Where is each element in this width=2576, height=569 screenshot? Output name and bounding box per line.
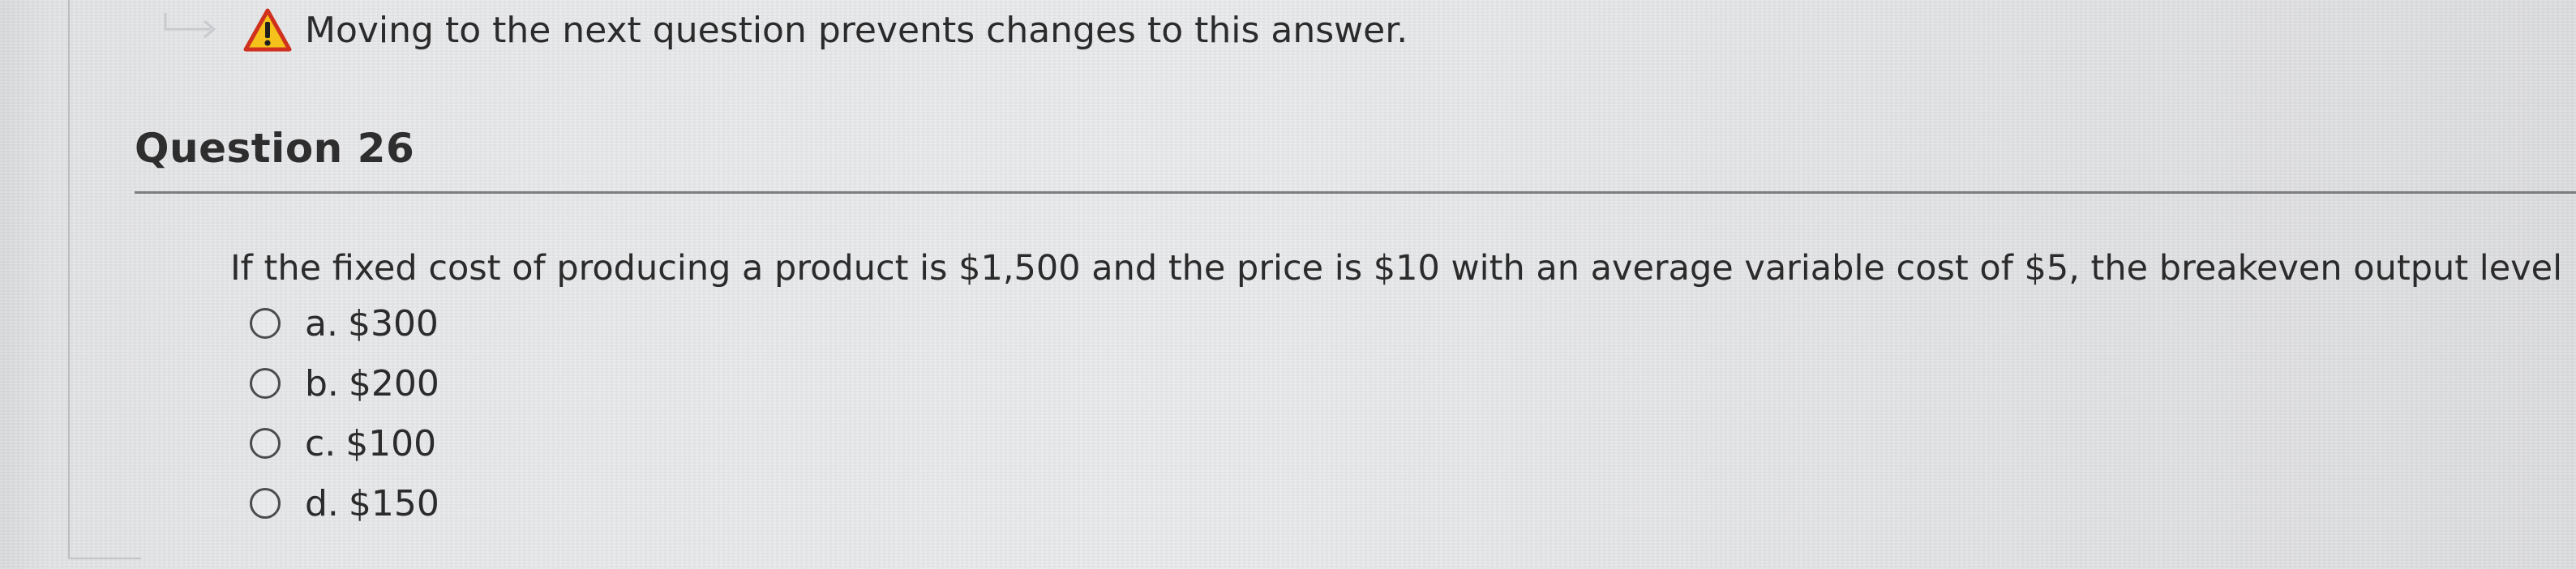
navigation-warning: Moving to the next question prevents cha… <box>243 8 1408 52</box>
answer-letter: c. <box>305 422 336 464</box>
radio-button-c[interactable] <box>250 428 281 459</box>
answer-label-d[interactable]: d. $150 <box>305 483 439 524</box>
answer-letter: b. <box>305 362 339 404</box>
answer-value: $200 <box>348 362 439 404</box>
answer-label-a[interactable]: a. $300 <box>305 303 439 344</box>
radio-button-a[interactable] <box>250 308 281 339</box>
content-frame-bottom-border <box>68 558 141 559</box>
answer-label-b[interactable]: b. $200 <box>305 363 439 404</box>
answer-option-b[interactable]: b. $200 <box>250 353 439 413</box>
radio-button-b[interactable] <box>250 368 281 399</box>
question-prompt: If the fixed cost of producing a product… <box>230 248 2576 289</box>
answer-value: $100 <box>345 422 437 464</box>
answer-options: a. $300 b. $200 c. $100 d. $150 <box>250 293 439 533</box>
answer-option-a[interactable]: a. $300 <box>250 293 439 353</box>
warning-icon <box>243 8 292 52</box>
answer-value: $300 <box>347 302 439 344</box>
answer-option-d[interactable]: d. $150 <box>250 473 439 533</box>
answer-option-c[interactable]: c. $100 <box>250 413 439 473</box>
answer-value: $150 <box>348 482 439 524</box>
warning-text: Moving to the next question prevents cha… <box>305 9 1408 51</box>
return-arrow-icon <box>164 13 216 39</box>
answer-letter: d. <box>305 482 339 524</box>
answer-letter: a. <box>305 302 338 344</box>
radio-button-d[interactable] <box>250 488 281 519</box>
question-title: Question 26 <box>135 125 415 172</box>
content-frame-left-border <box>68 0 70 559</box>
answer-label-c[interactable]: c. $100 <box>305 423 436 464</box>
question-divider <box>135 191 2576 194</box>
